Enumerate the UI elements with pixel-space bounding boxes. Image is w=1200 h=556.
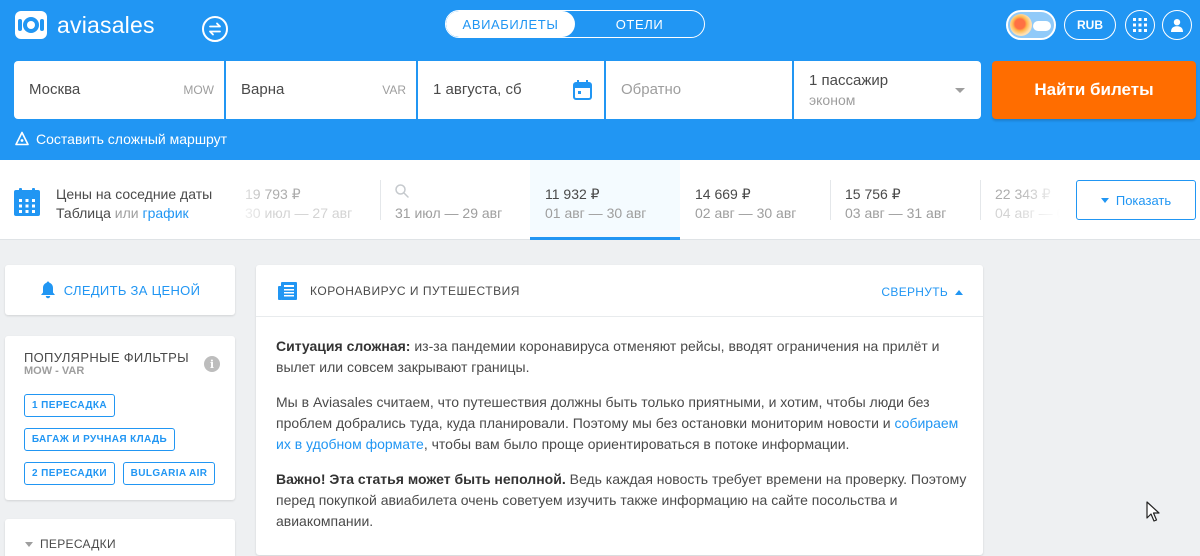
return-date-placeholder: Обратно [621, 81, 682, 98]
newspaper-icon [278, 282, 297, 300]
collapse-button[interactable]: СВЕРНУТЬ [881, 285, 963, 299]
logo[interactable]: aviasales [14, 10, 155, 40]
calendar-icon [573, 80, 592, 100]
destination-city: Варна [241, 81, 285, 98]
date-cell-range: 02 авг — 30 авг [695, 205, 797, 221]
nearby-dates-strip: Цены на соседние даты Таблица или график… [0, 160, 1200, 240]
search-form: Москва MOW Варна VAR 1 августа, сб Обрат… [14, 61, 981, 119]
destination-code: VAR [382, 83, 406, 97]
date-cell-price: 15 756 ₽ [845, 186, 901, 202]
popular-filters-card: ПОПУЛЯРНЫЕ ФИЛЬТРЫ MOW - VAR i 1 ПЕРЕСАД… [5, 336, 235, 500]
filter-chip[interactable]: BULGARIA AIR [123, 462, 215, 485]
popular-filters-title: ПОПУЛЯРНЫЕ ФИЛЬТРЫ [24, 350, 189, 365]
tab-flights[interactable]: АВИАБИЛЕТЫ [446, 11, 575, 37]
date-cell-selected[interactable]: 11 932 ₽ 01 авг — 30 авг [530, 160, 680, 240]
logo-text: aviasales [57, 11, 155, 38]
collapse-label: СВЕРНУТЬ [881, 285, 948, 299]
route-icon [15, 131, 29, 146]
filter-chip[interactable]: 1 ПЕРЕСАДКА [24, 394, 115, 417]
stops-filter-title: ПЕРЕСАДКИ [40, 537, 116, 551]
date-cell[interactable]: 15 756 ₽ 03 авг — 31 авг [830, 160, 980, 240]
aviasales-logo-icon [15, 11, 47, 39]
date-cell-price: 14 669 ₽ [695, 186, 751, 202]
departure-date: 1 августа, сб [433, 81, 522, 98]
mode-tabs: АВИАБИЛЕТЫ ОТЕЛИ [445, 10, 705, 38]
caret-up-icon [955, 289, 963, 295]
notice-text: Мы в Aviasales считаем, что путешествия … [276, 394, 930, 431]
notice-text: , чтобы вам было проще ориентироваться в… [423, 436, 850, 452]
notice-header: КОРОНАВИРУС И ПУТЕШЕСТВИЯ СВЕРНУТЬ [256, 265, 983, 317]
notice-paragraph: Мы в Aviasales считаем, что путешествия … [276, 392, 971, 455]
popular-filters-route: MOW - VAR [24, 365, 85, 377]
show-prices-button[interactable]: Показать [1076, 180, 1196, 220]
swap-cities-button[interactable] [202, 16, 228, 42]
table-link[interactable]: Таблица [56, 205, 111, 221]
departure-date-field[interactable]: 1 августа, сб [418, 61, 604, 119]
info-icon[interactable]: i [204, 356, 220, 372]
nearby-dates-links: Таблица или график [56, 205, 189, 221]
currency-button[interactable]: RUB [1064, 10, 1116, 40]
cloud-icon [1033, 21, 1051, 31]
search-icon [395, 184, 409, 198]
caret-down-icon [25, 541, 33, 547]
cabin-class: эконом [809, 92, 856, 108]
notice-title: КОРОНАВИРУС И ПУТЕШЕСТВИЯ [310, 284, 520, 298]
date-cell-price: 11 932 ₽ [545, 186, 600, 202]
user-icon [1171, 19, 1183, 32]
filter-chip[interactable]: БАГАЖ И РУЧНАЯ КЛАДЬ [24, 428, 175, 451]
caret-down-icon [1100, 197, 1109, 203]
bell-icon [40, 281, 55, 299]
notice-emphasis: Важно! Эта статья может быть неполной. [276, 471, 566, 487]
stops-filter-header[interactable]: ПЕРЕСАДКИ [25, 537, 116, 551]
coronavirus-notice: КОРОНАВИРУС И ПУТЕШЕСТВИЯ СВЕРНУТЬ Ситуа… [256, 265, 983, 555]
notice-paragraph: Важно! Эта статья может быть неполной. В… [276, 469, 971, 532]
filter-chip[interactable]: 2 ПЕРЕСАДКИ [24, 462, 115, 485]
links-or-text: или [110, 205, 143, 221]
nearby-dates-title: Цены на соседние даты [56, 186, 213, 202]
passengers-field[interactable]: 1 пассажир эконом [794, 61, 981, 119]
complex-route-label: Составить сложный маршрут [36, 131, 228, 147]
chart-link[interactable]: график [143, 205, 189, 221]
fade-overlay-left [230, 180, 270, 230]
notice-paragraph: Ситуация сложная: из-за пандемии коронав… [276, 336, 971, 378]
return-date-field[interactable]: Обратно [606, 61, 792, 119]
calendar-grid-icon [14, 188, 40, 216]
show-prices-label: Показать [1115, 192, 1172, 208]
origin-code: MOW [183, 83, 214, 97]
destination-field[interactable]: Варна VAR [226, 61, 416, 119]
theme-toggle[interactable] [1006, 10, 1056, 40]
apps-grid-icon [1133, 18, 1147, 32]
date-cell-range: 31 июл — 29 авг [395, 205, 503, 221]
date-cell[interactable]: 14 669 ₽ 02 авг — 30 авг [680, 160, 830, 240]
passengers-count: 1 пассажир [809, 72, 889, 89]
date-cell-range: 03 авг — 31 авг [845, 205, 947, 221]
header: aviasales АВИАБИЛЕТЫ ОТЕЛИ RUB Москва MO… [0, 0, 1200, 160]
find-tickets-button[interactable]: Найти билеты [992, 61, 1196, 119]
sun-icon [1010, 14, 1032, 36]
apps-button[interactable] [1125, 10, 1155, 40]
date-cell-range: 01 авг — 30 авг [545, 205, 647, 221]
notice-body: Ситуация сложная: из-за пандемии коронав… [276, 336, 971, 546]
watch-price-label: СЛЕДИТЬ ЗА ЦЕНОЙ [63, 282, 201, 298]
tab-hotels[interactable]: ОТЕЛИ [575, 11, 704, 37]
complex-route-link[interactable]: Составить сложный маршрут [14, 131, 227, 147]
stops-filter-card[interactable]: ПЕРЕСАДКИ [5, 519, 235, 556]
notice-emphasis: Ситуация сложная: [276, 338, 411, 354]
origin-field[interactable]: Москва MOW [14, 61, 224, 119]
fade-overlay-right [1015, 180, 1060, 230]
chevron-down-icon [955, 88, 965, 93]
mouse-cursor-icon [1146, 501, 1160, 522]
swap-arrows-icon [209, 22, 221, 36]
origin-city: Москва [29, 81, 81, 98]
watch-price-button[interactable]: СЛЕДИТЬ ЗА ЦЕНОЙ [5, 265, 235, 315]
profile-button[interactable] [1162, 10, 1192, 40]
date-cell[interactable]: 31 июл — 29 авг [380, 160, 530, 240]
